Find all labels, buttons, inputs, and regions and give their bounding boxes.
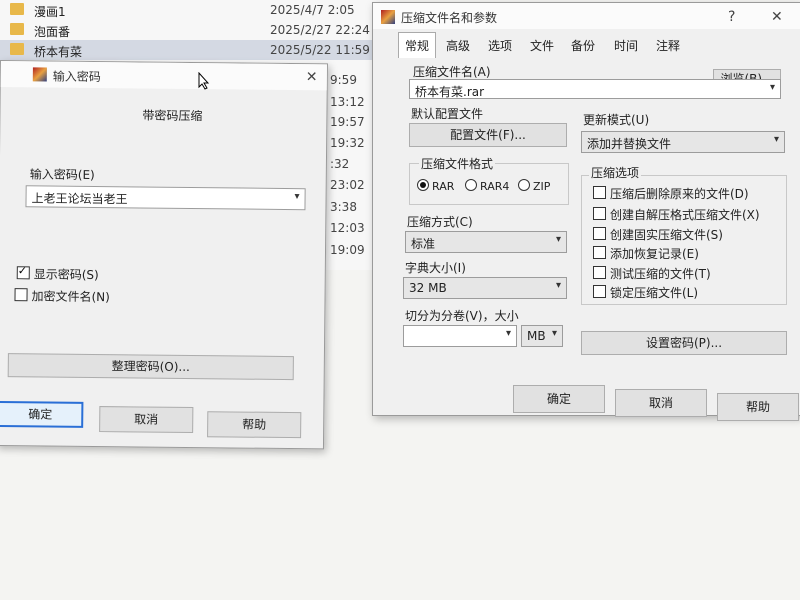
format-rar-radio[interactable]: RAR <box>417 179 454 193</box>
password-cancel-button[interactable]: 取消 <box>99 406 194 434</box>
close-icon[interactable]: ✕ <box>771 9 783 25</box>
file-time: :32 <box>330 157 350 171</box>
file-date: 2025/4/7 2:05 <box>270 3 355 17</box>
chevron-down-icon: ▾ <box>769 82 775 93</box>
archive-options-label: 压缩选项 <box>589 164 642 181</box>
chevron-down-icon: ▾ <box>294 191 300 203</box>
tab-files[interactable]: 文件 <box>525 35 559 56</box>
update-mode-label: 更新模式(U) <box>583 113 650 127</box>
enter-password-dialog: 输入密码 ✕ 带密码压缩 输入密码(E) 上老王论坛当老王 ▾ 显示密码(S) … <box>0 60 328 450</box>
format-rar4-radio[interactable]: RAR4 <box>465 179 509 193</box>
chevron-down-icon: ▾ <box>551 328 557 339</box>
file-date: 2025/5/22 11:59 <box>270 43 370 57</box>
create-sfx-checkbox[interactable]: 创建自解压格式压缩文件(X) <box>593 206 760 223</box>
close-icon[interactable]: ✕ <box>306 69 318 85</box>
help-button[interactable]: 帮助 <box>717 393 799 421</box>
test-files-checkbox[interactable]: 测试压缩的文件(T) <box>593 265 711 282</box>
profile-label: 默认配置文件 <box>411 107 484 121</box>
password-dialog-title: 输入密码 <box>52 69 101 85</box>
split-volumes-label: 切分为分卷(V)，大小 <box>405 309 519 323</box>
file-time: 19:32 <box>330 136 365 150</box>
winrar-icon <box>32 67 47 82</box>
split-unit-select[interactable]: MB ▾ <box>521 325 563 347</box>
folder-icon <box>10 3 24 15</box>
show-password-checkbox[interactable]: 显示密码(S) <box>16 265 99 283</box>
cancel-button[interactable]: 取消 <box>615 389 707 417</box>
mouse-cursor-icon <box>198 72 210 90</box>
profile-button[interactable]: 配置文件(F)... <box>409 123 567 147</box>
folder-icon <box>10 23 24 35</box>
file-date: 2025/2/27 22:24 <box>270 23 370 37</box>
password-input[interactable]: 上老王论坛当老王 ▾ <box>25 185 306 211</box>
archive-parameters-dialog: 压缩文件名和参数 ? ✕ 常规 高级 选项 文件 备份 时间 注释 压缩文件名(… <box>372 2 800 421</box>
file-time: 23:02 <box>330 178 365 192</box>
file-time: 13:12 <box>330 95 365 109</box>
lock-archive-checkbox[interactable]: 锁定压缩文件(L) <box>593 284 698 301</box>
create-solid-checkbox[interactable]: 创建固实压缩文件(S) <box>593 226 723 243</box>
file-row-selected[interactable]: 桥本有菜 2025/5/22 11:59 <box>0 40 390 60</box>
delete-after-compress-checkbox[interactable]: 压缩后删除原来的文件(D) <box>593 185 749 202</box>
organize-passwords-button[interactable]: 整理密码(O)... <box>7 353 294 381</box>
folder-icon <box>10 43 24 55</box>
tab-backup[interactable]: 备份 <box>566 35 600 56</box>
tab-comment[interactable]: 注释 <box>651 35 685 56</box>
tab-advanced[interactable]: 高级 <box>441 35 475 56</box>
password-label: 输入密码(E) <box>29 167 95 182</box>
archive-dialog-titlebar: 压缩文件名和参数 ? ✕ <box>373 3 800 29</box>
tab-options[interactable]: 选项 <box>483 35 517 56</box>
dictionary-select[interactable]: 32 MB ▾ <box>403 277 567 299</box>
file-time: 3:38 <box>330 200 357 214</box>
archive-name-label: 压缩文件名(A) <box>413 65 491 79</box>
help-icon[interactable]: ? <box>728 9 735 25</box>
chevron-down-icon: ▾ <box>555 280 561 291</box>
archive-format-label: 压缩文件格式 <box>419 155 496 172</box>
chevron-down-icon: ▾ <box>505 328 511 339</box>
password-help-button[interactable]: 帮助 <box>207 411 302 439</box>
tab-general[interactable]: 常规 <box>398 32 437 58</box>
method-select[interactable]: 标准 ▾ <box>405 231 567 253</box>
file-time: 19:57 <box>330 115 365 129</box>
file-row[interactable]: 漫画1 2025/4/7 2:05 <box>0 0 390 20</box>
tab-time[interactable]: 时间 <box>609 35 643 56</box>
winrar-icon <box>381 10 395 24</box>
split-size-input[interactable]: ▾ <box>403 325 517 347</box>
file-name: 桥本有菜 <box>34 45 83 59</box>
file-time: 19:09 <box>330 243 365 257</box>
password-dialog-titlebar: 输入密码 ✕ <box>0 61 327 91</box>
file-time: 12:03 <box>330 221 365 235</box>
file-name: 漫画1 <box>34 5 66 19</box>
format-zip-radio[interactable]: ZIP <box>518 179 550 193</box>
password-dialog-subtitle: 带密码压缩 <box>142 108 203 124</box>
file-row[interactable]: 泡面番 2025/2/27 22:24 <box>0 20 390 40</box>
add-recovery-record-checkbox[interactable]: 添加恢复记录(E) <box>593 245 699 262</box>
file-time: 9:59 <box>330 73 357 87</box>
encrypt-filenames-checkbox[interactable]: 加密文件名(N) <box>14 287 110 305</box>
file-name: 泡面番 <box>34 25 71 39</box>
chevron-down-icon: ▾ <box>555 234 561 245</box>
ok-button[interactable]: 确定 <box>513 385 605 413</box>
method-label: 压缩方式(C) <box>407 215 473 229</box>
archive-dialog-title: 压缩文件名和参数 <box>401 11 498 25</box>
chevron-down-icon: ▾ <box>773 134 779 145</box>
archive-name-input[interactable]: 桥本有菜.rar ▾ <box>409 79 781 99</box>
update-mode-select[interactable]: 添加并替换文件 ▾ <box>581 131 785 153</box>
dictionary-label: 字典大小(I) <box>405 261 466 275</box>
set-password-button[interactable]: 设置密码(P)... <box>581 331 787 355</box>
password-ok-button[interactable]: 确定 <box>0 400 84 428</box>
